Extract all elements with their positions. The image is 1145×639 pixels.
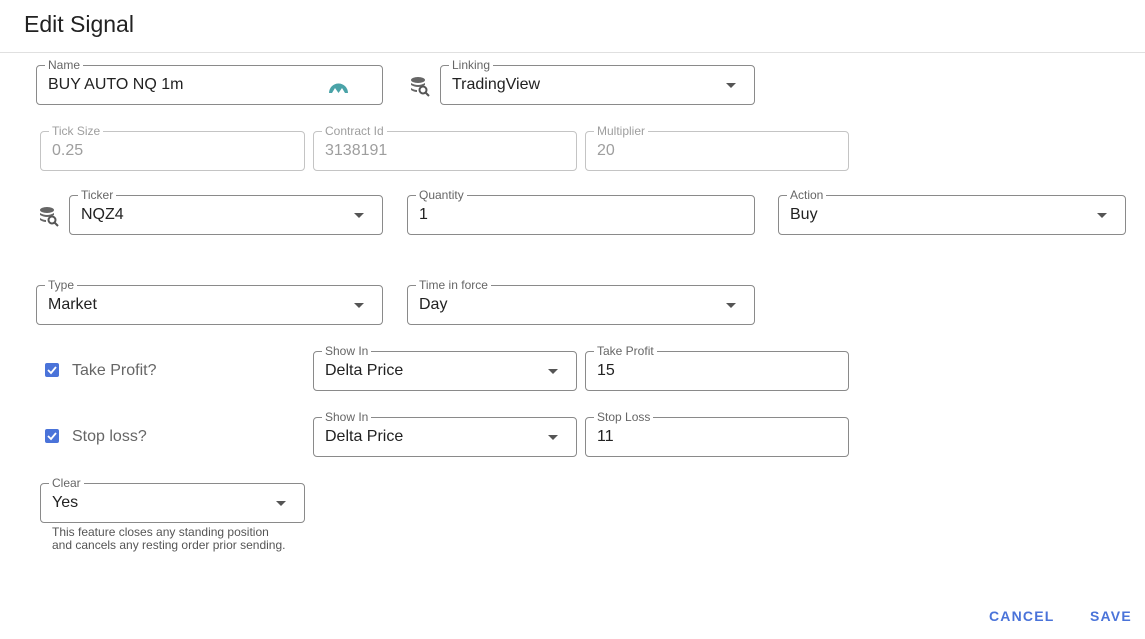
chevron-down-icon — [276, 501, 286, 506]
contract-id-value: 3138191 — [325, 142, 388, 159]
stop-loss-label: Stop Loss — [594, 410, 654, 424]
tick-size-label: Tick Size — [49, 124, 104, 138]
contract-id-label: Contract Id — [322, 124, 387, 138]
dialog-title: Edit Signal — [24, 11, 134, 37]
multiplier-field: Multiplier 20 — [585, 124, 849, 171]
linking-select[interactable]: Linking TradingView — [440, 58, 755, 105]
chevron-down-icon — [1097, 213, 1107, 218]
contract-id-field: Contract Id 3138191 — [313, 124, 577, 171]
chevron-down-icon — [354, 303, 364, 308]
take-profit-show-in-value: Delta Price — [325, 362, 404, 379]
name-value: BUY AUTO NQ 1m — [48, 76, 184, 93]
tick-size-field: Tick Size 0.25 — [40, 124, 305, 171]
action-value: Buy — [790, 206, 818, 223]
clear-label: Clear — [49, 476, 84, 490]
stop-loss-show-in-value: Delta Price — [325, 428, 404, 445]
chevron-down-icon — [354, 213, 364, 218]
linking-value: TradingView — [452, 76, 541, 93]
time-in-force-value: Day — [419, 296, 448, 313]
clear-helper-line-2: and cancels any resting order prior send… — [52, 538, 286, 552]
clear-select[interactable]: Clear Yes — [40, 476, 305, 523]
checkmark-icon — [47, 432, 57, 441]
save-button[interactable]: SAVE — [1090, 608, 1132, 624]
ticker-value: NQZ4 — [81, 206, 124, 223]
type-value: Market — [48, 296, 97, 313]
take-profit-value: 15 — [597, 362, 615, 379]
chevron-down-icon — [548, 435, 558, 440]
database-search-icon[interactable] — [409, 75, 431, 97]
title-divider — [0, 52, 1145, 53]
take-profit-show-in-select[interactable]: Show In Delta Price — [313, 344, 577, 391]
ticker-label: Ticker — [78, 188, 117, 202]
take-profit-checkbox[interactable] — [45, 363, 59, 377]
stop-loss-show-in-label: Show In — [322, 410, 372, 424]
stop-loss-show-in-select[interactable]: Show In Delta Price — [313, 410, 577, 457]
time-in-force-select[interactable]: Time in force Day — [407, 278, 755, 325]
multiplier-value: 20 — [597, 142, 615, 159]
tick-size-value: 0.25 — [52, 142, 84, 159]
checkmark-icon — [47, 366, 57, 375]
multiplier-label: Multiplier — [594, 124, 649, 138]
linking-label: Linking — [449, 58, 494, 72]
quantity-field[interactable]: Quantity 1 — [407, 188, 755, 235]
stop-loss-checkbox[interactable] — [45, 429, 59, 443]
action-select[interactable]: Action Buy — [778, 188, 1126, 235]
cancel-button[interactable]: CANCEL — [989, 608, 1055, 624]
chevron-down-icon — [548, 369, 558, 374]
tradingview-logo-icon — [329, 83, 348, 93]
chevron-down-icon — [726, 303, 736, 308]
take-profit-field[interactable]: Take Profit 15 — [585, 344, 849, 391]
take-profit-label: Take Profit — [594, 344, 657, 358]
type-select[interactable]: Type Market — [36, 278, 383, 325]
action-label: Action — [787, 188, 827, 202]
stop-loss-value: 11 — [597, 428, 614, 445]
clear-value: Yes — [52, 494, 79, 511]
stop-loss-field[interactable]: Stop Loss 11 — [585, 410, 849, 457]
name-label: Name — [45, 58, 84, 72]
quantity-label: Quantity — [416, 188, 467, 202]
quantity-value: 1 — [419, 206, 428, 223]
database-search-icon[interactable] — [38, 205, 60, 227]
time-in-force-label: Time in force — [416, 278, 491, 292]
stop-loss-checkbox-label[interactable]: Stop loss? — [72, 428, 147, 446]
ticker-select[interactable]: Ticker NQZ4 — [69, 188, 383, 235]
name-field[interactable]: Name BUY AUTO NQ 1m — [36, 58, 383, 105]
take-profit-checkbox-label[interactable]: Take Profit? — [72, 362, 156, 380]
chevron-down-icon — [726, 83, 736, 88]
clear-helper-text: This feature closes any standing positio… — [52, 526, 285, 552]
take-profit-show-in-label: Show In — [322, 344, 372, 358]
type-label: Type — [45, 278, 78, 292]
